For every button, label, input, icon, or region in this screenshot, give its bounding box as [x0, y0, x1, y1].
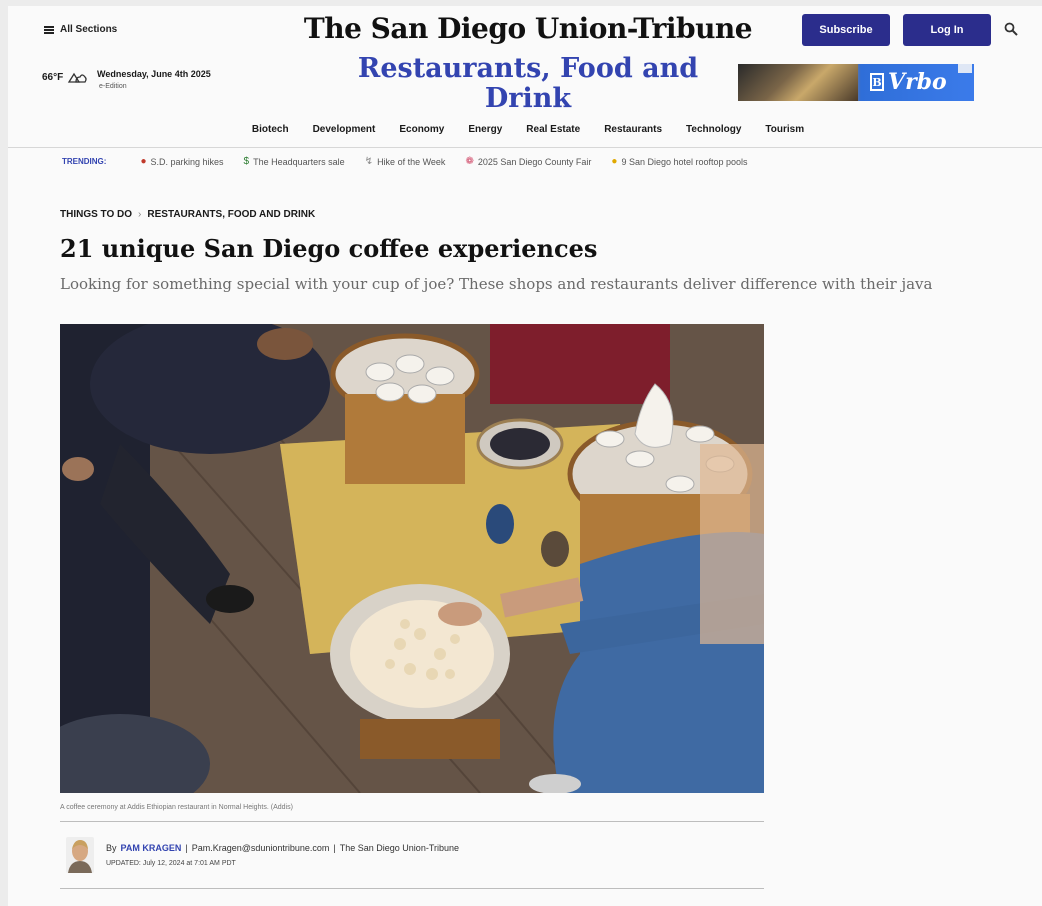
trending-item-label: 9 San Diego hotel rooftop pools — [621, 156, 748, 167]
adchoices-icon[interactable] — [958, 64, 972, 73]
nav-tourism[interactable]: Tourism — [753, 124, 816, 135]
author-avatar[interactable] — [66, 837, 94, 873]
trending-bar: TRENDING: ● S.D. parking hikes $ The Hea… — [62, 156, 768, 167]
trending-label: TRENDING: — [62, 157, 107, 166]
breadcrumb: THINGS TO DO › RESTAURANTS, FOOD AND DRI… — [60, 209, 315, 220]
nav-economy[interactable]: Economy — [387, 124, 456, 135]
chevron-right-icon: › — [138, 209, 142, 220]
money-icon: $ — [243, 156, 250, 167]
trending-item[interactable]: $ The Headquarters sale — [244, 156, 345, 167]
byline-separator: | — [333, 843, 336, 853]
date-block: Wednesday, June 4th 2025 e-Edition — [97, 69, 211, 90]
ad-image — [738, 64, 858, 101]
nav-development[interactable]: Development — [301, 124, 388, 135]
author-photo — [66, 837, 94, 873]
page: All Sections The San Diego Union-Tribune… — [8, 6, 1042, 906]
breadcrumb-restaurants[interactable]: RESTAURANTS, FOOD AND DRINK — [147, 209, 315, 220]
trending-item[interactable]: ❁ 2025 San Diego County Fair — [465, 156, 591, 167]
byline: By PAM KRAGEN | Pam.Kragen@sduniontribun… — [106, 843, 459, 853]
ferris-wheel-icon: ❁ — [465, 156, 474, 167]
author-email[interactable]: Pam.Kragen@sduniontribune.com — [192, 843, 330, 853]
login-button[interactable]: Log In — [903, 14, 991, 46]
subscribe-button[interactable]: Subscribe — [802, 14, 890, 46]
hiker-icon: ↯ — [364, 156, 374, 167]
nav-biotech[interactable]: Biotech — [240, 124, 301, 135]
trending-item[interactable]: ● 9 San Diego hotel rooftop pools — [611, 156, 747, 167]
coffee-ceremony-image — [60, 324, 764, 793]
author-link[interactable]: PAM KRAGEN — [121, 843, 182, 853]
nav-real-estate[interactable]: Real Estate — [514, 124, 592, 135]
search-icon[interactable] — [1004, 22, 1018, 36]
cloud-icon — [68, 72, 87, 83]
photo-caption: A coffee ceremony at Addis Ethiopian res… — [60, 804, 293, 811]
article-headline: 21 unique San Diego coffee experiences — [60, 234, 598, 263]
byline-prefix: By — [106, 843, 117, 853]
trending-item-label: The Headquarters sale — [253, 156, 345, 167]
hamburger-icon — [44, 25, 54, 34]
trending-item-label: Hike of the Week — [377, 156, 446, 167]
trending-item[interactable]: ● S.D. parking hikes — [140, 156, 223, 167]
section-title: Restaurants, Food and Drink — [357, 53, 699, 114]
ad-brand-text: Vrbo — [888, 69, 947, 95]
vrbo-ad-banner[interactable]: B Vrbo — [738, 64, 974, 101]
header-divider — [8, 147, 1042, 148]
nav-technology[interactable]: Technology — [674, 124, 753, 135]
updated-timestamp: UPDATED: July 12, 2024 at 7:01 AM PDT — [106, 860, 236, 867]
article-photo[interactable] — [60, 324, 764, 793]
weather-widget[interactable]: 66°F — [42, 70, 87, 84]
breadcrumb-things-to-do[interactable]: THINGS TO DO — [60, 209, 132, 220]
publication-name: The San Diego Union-Tribune — [339, 843, 459, 853]
current-date: Wednesday, June 4th 2025 — [97, 69, 211, 79]
trending-item[interactable]: ↯ Hike of the Week — [365, 156, 446, 167]
sunglasses-icon: ● — [611, 156, 618, 167]
ad-brand: B Vrbo — [870, 69, 970, 95]
caption-divider — [60, 821, 764, 822]
all-sections-menu[interactable]: All Sections — [44, 24, 117, 35]
section-nav: Biotech Development Economy Energy Real … — [208, 124, 848, 135]
trending-item-label: S.D. parking hikes — [150, 156, 224, 167]
byline-divider — [60, 888, 764, 889]
byline-separator: | — [185, 843, 188, 853]
e-edition-link[interactable]: e-Edition — [99, 83, 211, 90]
car-icon: ● — [140, 156, 147, 167]
temperature: 66°F — [42, 71, 64, 83]
article-dek: Looking for something special with your … — [60, 275, 933, 293]
masthead-logo[interactable]: The San Diego Union-Tribune — [208, 12, 848, 45]
trending-item-label: 2025 San Diego County Fair — [477, 156, 592, 167]
nav-energy[interactable]: Energy — [456, 124, 514, 135]
nav-restaurants[interactable]: Restaurants — [592, 124, 674, 135]
all-sections-label: All Sections — [60, 24, 118, 35]
vrbo-logo-icon: B — [870, 73, 884, 91]
